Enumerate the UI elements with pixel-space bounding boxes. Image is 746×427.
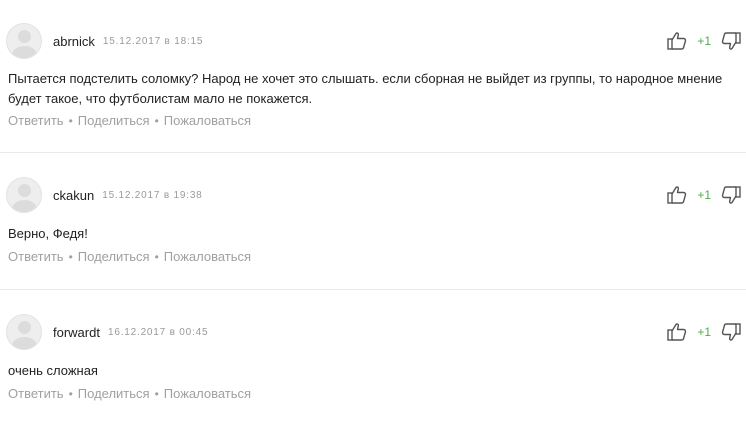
comment-username[interactable]: forwardt [53, 325, 100, 340]
reply-link[interactable]: Ответить [8, 249, 64, 264]
action-separator: • [154, 249, 159, 264]
comment-item: forwardt 16.12.2017 в 00:45 +1 очень сло… [0, 289, 746, 427]
vote-score: +1 [697, 188, 711, 202]
thumbs-up-icon[interactable] [666, 30, 688, 52]
comment-item: abrnick 15.12.2017 в 18:15 +1 Пытается п… [0, 0, 746, 152]
comments-list: abrnick 15.12.2017 в 18:15 +1 Пытается п… [0, 0, 746, 427]
thumbs-down-icon[interactable] [720, 321, 742, 343]
action-separator: • [68, 249, 73, 264]
vote-controls: +1 [666, 184, 742, 206]
vote-score: +1 [697, 34, 711, 48]
comment-text: Верно, Федя! [8, 226, 88, 241]
vote-controls: +1 [666, 30, 742, 52]
avatar[interactable] [6, 314, 42, 350]
action-separator: • [68, 386, 73, 401]
comment-header: abrnick 15.12.2017 в 18:15 [6, 23, 203, 59]
thumbs-up-icon[interactable] [666, 321, 688, 343]
comment-username[interactable]: abrnick [53, 34, 95, 49]
comment-actions: Ответить • Поделиться • Пожаловаться [8, 113, 251, 128]
vote-score: +1 [697, 325, 711, 339]
comment-actions: Ответить • Поделиться • Пожаловаться [8, 249, 251, 264]
comment-date: 16.12.2017 в 00:45 [107, 326, 209, 338]
avatar[interactable] [6, 23, 42, 59]
thumbs-down-icon[interactable] [720, 30, 742, 52]
report-link[interactable]: Пожаловаться [164, 249, 251, 264]
comment-actions: Ответить • Поделиться • Пожаловаться [8, 386, 251, 401]
thumbs-up-icon[interactable] [666, 184, 688, 206]
comment-username[interactable]: ckakun [53, 188, 94, 203]
report-link[interactable]: Пожаловаться [164, 113, 251, 128]
comment-text: очень сложная [8, 363, 98, 378]
comment-date: 15.12.2017 в 19:38 [102, 189, 203, 201]
comment-item: ckakun 15.12.2017 в 19:38 +1 Верно, Федя… [0, 152, 746, 289]
avatar[interactable] [6, 177, 42, 213]
vote-controls: +1 [666, 321, 742, 343]
share-link[interactable]: Поделиться [78, 113, 150, 128]
share-link[interactable]: Поделиться [78, 386, 150, 401]
action-separator: • [154, 386, 159, 401]
reply-link[interactable]: Ответить [8, 113, 64, 128]
action-separator: • [154, 113, 159, 128]
report-link[interactable]: Пожаловаться [164, 386, 251, 401]
comment-header: ckakun 15.12.2017 в 19:38 [6, 177, 203, 213]
reply-link[interactable]: Ответить [8, 386, 64, 401]
comment-date: 15.12.2017 в 18:15 [102, 35, 204, 47]
thumbs-down-icon[interactable] [720, 184, 742, 206]
share-link[interactable]: Поделиться [78, 249, 150, 264]
comment-header: forwardt 16.12.2017 в 00:45 [6, 314, 208, 350]
comment-text: Пытается подстелить соломку? Народ не хо… [8, 71, 723, 106]
action-separator: • [68, 113, 73, 128]
